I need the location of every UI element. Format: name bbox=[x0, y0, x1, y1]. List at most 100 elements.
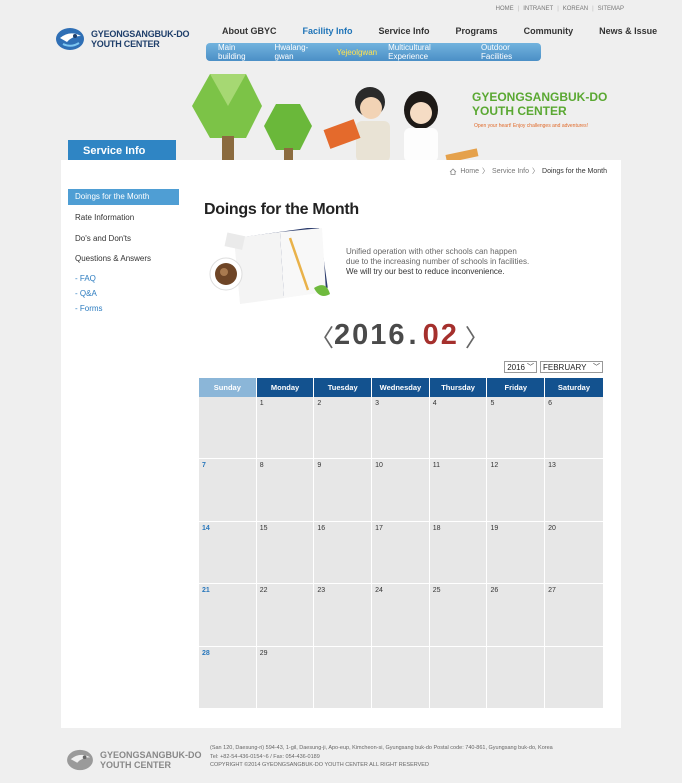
day-number: 28 bbox=[202, 649, 210, 657]
subnav-yejeolgwan[interactable]: Yejeolgwan bbox=[336, 48, 377, 57]
divider: | bbox=[557, 6, 559, 12]
nav-news[interactable]: News & Issue bbox=[599, 26, 657, 36]
calendar-day-cell[interactable]: 29 bbox=[256, 646, 315, 709]
day-number: 2 bbox=[317, 400, 322, 407]
day-number: 3 bbox=[375, 400, 379, 407]
banner-slogan: Open your heart! Enjoy challenges and ad… bbox=[474, 123, 588, 129]
next-month-arrow-icon[interactable]: 〉 bbox=[465, 318, 489, 353]
subnav-outdoor[interactable]: Outdoor Facilities bbox=[481, 43, 541, 61]
nav-about[interactable]: About GBYC bbox=[222, 26, 277, 36]
calendar-day-cell[interactable]: 20 bbox=[545, 521, 603, 585]
weekday-wednesday: Wednesday bbox=[372, 378, 430, 397]
nav-community[interactable]: Community bbox=[524, 26, 574, 36]
calendar-day-cell[interactable]: 26 bbox=[487, 584, 546, 647]
calendar-day-cell[interactable]: 16 bbox=[314, 521, 373, 585]
calendar: Sunday Monday Tuesday Wednesday Thursday… bbox=[199, 378, 603, 709]
nav-facility-info[interactable]: Facility Info bbox=[303, 26, 353, 36]
calendar-day-cell[interactable]: 5 bbox=[487, 397, 546, 460]
calendar-day-cell[interactable]: 8 bbox=[256, 459, 315, 522]
breadcrumb: Home 〉 Service Info 〉 Doings for the Mon… bbox=[449, 166, 607, 176]
side-item-rate[interactable]: Rate Information bbox=[68, 209, 179, 230]
util-sitemap-link[interactable]: SITEMAP bbox=[598, 6, 624, 12]
util-home-link[interactable]: HOME bbox=[496, 6, 514, 12]
footer-address-line: (San 120, Daesung-ri) 594-43, 1-gil, Dae… bbox=[210, 745, 553, 751]
calendar-day-cell[interactable]: 28 bbox=[199, 646, 257, 709]
side-sub-qna[interactable]: - Q&A bbox=[75, 289, 179, 304]
calendar-day-cell[interactable]: 19 bbox=[487, 521, 546, 585]
intro-text: Unified operation with other schools can… bbox=[346, 247, 529, 277]
calendar-day-cell[interactable]: 6 bbox=[545, 397, 603, 460]
nav-programs[interactable]: Programs bbox=[456, 26, 498, 36]
side-sub-faq[interactable]: - FAQ bbox=[75, 274, 179, 289]
day-number: 16 bbox=[317, 524, 326, 532]
calendar-day-cell[interactable]: 12 bbox=[487, 459, 546, 522]
footer-copyright: COPYRIGHT ©2014 GYEONGSANGBUK-DO YOUTH C… bbox=[210, 762, 429, 768]
calendar-day-cell[interactable]: 21 bbox=[199, 584, 257, 647]
util-intranet-link[interactable]: INTRANET bbox=[523, 6, 553, 12]
calendar-week-row: 1 2 3 4 5 6 bbox=[199, 397, 603, 460]
breadcrumb-home[interactable]: Home bbox=[460, 168, 479, 175]
side-item-dos-donts[interactable]: Do's and Don'ts bbox=[68, 230, 179, 251]
side-menu: Doings for the Month Rate Information Do… bbox=[68, 189, 179, 319]
calendar-day-cell[interactable]: 18 bbox=[429, 521, 488, 585]
calendar-day-cell[interactable]: 7 bbox=[199, 459, 257, 522]
calendar-day-cell[interactable]: 4 bbox=[429, 397, 488, 460]
calendar-day-cell[interactable]: 27 bbox=[545, 584, 603, 647]
home-icon bbox=[450, 167, 457, 175]
calendar-empty-cell bbox=[429, 646, 488, 709]
side-item-doings[interactable]: Doings for the Month bbox=[68, 189, 179, 205]
side-item-qa[interactable]: Questions & Answers bbox=[68, 250, 179, 271]
site-logo[interactable]: GYEONGSANGBUK-DO YOUTH CENTER bbox=[55, 26, 190, 52]
day-number: 12 bbox=[490, 462, 499, 470]
calendar-day-cell[interactable]: 3 bbox=[372, 397, 430, 460]
util-korean-link[interactable]: KOREAN bbox=[563, 6, 588, 12]
logo-line1: GYEONGSANGBUK-DO bbox=[91, 29, 190, 39]
day-number: 14 bbox=[202, 524, 210, 532]
subnav-main-building[interactable]: Main building bbox=[218, 43, 263, 61]
footer-logo-line2: YOUTH CENTER bbox=[100, 760, 172, 770]
day-number: 9 bbox=[317, 462, 322, 470]
calendar-day-cell[interactable]: 25 bbox=[429, 584, 488, 647]
calendar-day-cell[interactable]: 22 bbox=[256, 584, 315, 647]
calendar-day-cell[interactable]: 1 bbox=[256, 397, 315, 460]
calendar-day-cell[interactable]: 15 bbox=[256, 521, 315, 585]
chevron-down-icon: ﹀ bbox=[593, 364, 600, 371]
nav-service-info[interactable]: Service Info bbox=[379, 26, 430, 36]
subnav-hwalang-gwan[interactable]: Hwalang-gwan bbox=[274, 43, 325, 61]
side-sub-forms[interactable]: - Forms bbox=[75, 304, 179, 319]
breadcrumb-current: Doings for the Month bbox=[542, 167, 607, 175]
month-select-value: FEBRUARY bbox=[543, 362, 587, 372]
date-dot: . bbox=[408, 319, 419, 351]
year-select[interactable]: 2016 ﹀ bbox=[504, 361, 537, 373]
logo-line2: YOUTH CENTER bbox=[91, 39, 160, 49]
calendar-header: Sunday Monday Tuesday Wednesday Thursday… bbox=[199, 378, 603, 397]
breadcrumb-separator: 〉 bbox=[532, 168, 540, 175]
banner-title-line2: YOUTH CENTER bbox=[472, 104, 567, 118]
notebook-coffee-illustration bbox=[209, 228, 330, 304]
calendar-day-cell[interactable]: 13 bbox=[545, 459, 603, 522]
prev-month-arrow-icon[interactable]: 〈 bbox=[310, 318, 334, 353]
calendar-day-cell[interactable]: 17 bbox=[372, 521, 430, 585]
day-number: 13 bbox=[548, 462, 556, 470]
day-number: 27 bbox=[548, 587, 556, 595]
calendar-day-cell[interactable]: 24 bbox=[372, 584, 430, 647]
weekday-thursday: Thursday bbox=[429, 378, 488, 397]
calendar-day-cell[interactable]: 10 bbox=[372, 459, 430, 522]
utility-links: HOME | INTRANET | KOREAN | SITEMAP bbox=[496, 6, 624, 12]
calendar-day-cell[interactable]: 2 bbox=[314, 397, 373, 460]
subnav-multicultural[interactable]: Multicultural Experience bbox=[388, 43, 470, 61]
calendar-empty-cell bbox=[314, 646, 373, 709]
calendar-day-cell[interactable]: 9 bbox=[314, 459, 373, 522]
calendar-empty-cell bbox=[487, 646, 546, 709]
calendar-day-cell[interactable]: 14 bbox=[199, 521, 257, 585]
calendar-day-cell[interactable]: 11 bbox=[429, 459, 488, 522]
calendar-body: 1 2 3 4 5 6 7 8 9 10 11 12 13 14 15 16 17 18 19 20 21 22 23 24 2… bbox=[199, 397, 603, 709]
breadcrumb-section[interactable]: Service Info bbox=[492, 168, 529, 175]
calendar-day-cell[interactable]: 23 bbox=[314, 584, 373, 647]
month-select[interactable]: FEBRUARY ﹀ bbox=[540, 361, 603, 373]
day-number: 29 bbox=[259, 649, 268, 657]
year-display: 2016 bbox=[334, 319, 407, 351]
logo-text: GYEONGSANGBUK-DO YOUTH CENTER bbox=[91, 29, 190, 49]
page-title: Doings for the Month bbox=[204, 201, 359, 218]
calendar-empty-cell bbox=[545, 646, 603, 709]
